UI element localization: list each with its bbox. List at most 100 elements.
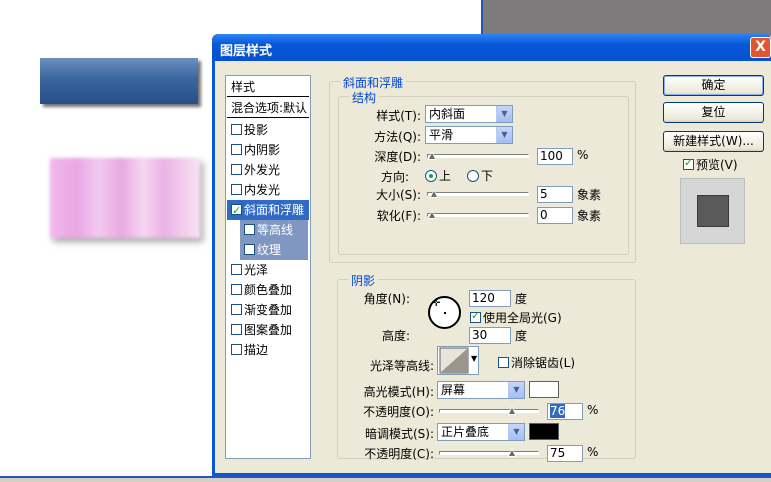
soften-slider[interactable] — [427, 210, 529, 219]
checkbox-unchecked-icon[interactable] — [231, 264, 242, 275]
highlight-mode-select[interactable]: 屏幕 ▼ — [437, 381, 525, 399]
style-list-item[interactable]: 等高线 — [240, 220, 308, 240]
close-button[interactable]: X — [750, 37, 771, 58]
altitude-label: 高度: — [381, 329, 410, 343]
depth-input[interactable]: 100 — [537, 148, 573, 165]
shadow-mode-select[interactable]: 正片叠底 ▼ — [437, 423, 525, 441]
angle-unit: 度 — [515, 292, 528, 306]
highlight-opacity-label: 不透明度(O): — [363, 405, 434, 419]
angle-input[interactable]: 120 — [469, 290, 511, 307]
bevel-style-select[interactable]: 内斜面 ▼ — [425, 105, 513, 123]
global-light-checkbox[interactable]: 使用全局光(G) — [470, 309, 562, 326]
preview-label: 预览(V) — [696, 158, 738, 172]
style-list-item[interactable]: 内发光 — [227, 180, 309, 200]
checkbox-unchecked-icon[interactable] — [231, 284, 242, 295]
preview-thumbnail — [680, 178, 745, 244]
style-list-item[interactable]: 光泽 — [227, 260, 309, 280]
altitude-unit: 度 — [515, 329, 528, 343]
size-slider[interactable] — [427, 189, 529, 198]
technique-label: 方法(Q): — [374, 130, 421, 144]
technique-select[interactable]: 平滑 ▼ — [425, 126, 513, 144]
technique-value: 平滑 — [429, 128, 454, 142]
direction-up-radio[interactable]: 上 — [425, 167, 451, 184]
direction-down-radio[interactable]: 下 — [467, 167, 493, 184]
shadow-opacity-input[interactable]: 75 — [547, 445, 583, 462]
size-slider-thumb[interactable] — [429, 189, 438, 198]
highlight-opacity-slider[interactable] — [439, 406, 539, 415]
size-input[interactable]: 5 — [537, 186, 573, 203]
checkbox-unchecked-icon[interactable] — [231, 164, 242, 175]
shadow-opacity-thumb[interactable] — [507, 448, 516, 457]
chevron-down-icon: ▼ — [471, 354, 478, 363]
direction-down-label: 下 — [481, 169, 494, 183]
highlight-opacity-unit: % — [587, 403, 599, 417]
style-list-item[interactable]: 图案叠加 — [227, 320, 309, 340]
canvas-background-gray — [481, 0, 771, 36]
angle-crosshair-icon: ✛ — [432, 298, 441, 309]
style-list-item-label: 外发光 — [244, 163, 281, 177]
style-list-item[interactable]: 颜色叠加 — [227, 280, 309, 300]
blending-options-item[interactable]: 混合选项:默认 — [227, 98, 309, 118]
checkbox-unchecked-icon[interactable] — [244, 224, 255, 235]
new-style-button[interactable]: 新建样式(W)... — [663, 131, 764, 152]
size-label: 大小(S): — [375, 188, 421, 202]
shadow-opacity-slider[interactable] — [439, 448, 539, 457]
soften-slider-thumb[interactable] — [428, 210, 436, 219]
checkbox-unchecked-icon — [498, 357, 509, 368]
style-list-item-label: 纹理 — [257, 243, 282, 257]
chevron-down-icon: ▼ — [496, 106, 512, 122]
shadow-mode-label: 暗调模式(S): — [364, 427, 434, 441]
checkbox-unchecked-icon[interactable] — [231, 184, 242, 195]
reset-button[interactable]: 复位 — [663, 102, 764, 123]
angle-dial[interactable]: ✛ — [428, 296, 461, 329]
depth-slider-thumb[interactable] — [428, 151, 436, 160]
style-list-item[interactable]: 投影 — [227, 120, 309, 140]
style-list-item[interactable]: 内阴影 — [227, 140, 309, 160]
style-list-item[interactable]: 外发光 — [227, 160, 309, 180]
style-list-item-label: 等高线 — [257, 223, 294, 237]
depth-label: 深度(D): — [374, 150, 421, 164]
checkbox-checked-icon[interactable] — [231, 201, 242, 220]
highlight-color-swatch[interactable] — [529, 381, 559, 398]
checkbox-unchecked-icon[interactable] — [231, 144, 242, 155]
depth-slider[interactable] — [427, 151, 529, 160]
style-list-item-label: 颜色叠加 — [244, 283, 293, 297]
style-list-item[interactable]: 斜面和浮雕 — [227, 200, 309, 220]
checkbox-unchecked-icon[interactable] — [231, 304, 242, 315]
style-list-item[interactable]: 描边 — [227, 340, 309, 360]
chevron-down-icon: ▼ — [508, 382, 524, 398]
canvas-pink-bar-shape — [50, 158, 200, 238]
contour-preview-icon — [439, 347, 469, 374]
gloss-contour-label: 光泽等高线: — [369, 359, 434, 373]
checkbox-unchecked-icon[interactable] — [244, 244, 255, 255]
anti-aliased-checkbox[interactable]: 消除锯齿(L) — [498, 354, 575, 371]
dialog-client-area: 样式 混合选项:默认 投影内阴影外发光内发光斜面和浮雕等高线纹理光泽颜色叠加渐变… — [215, 61, 771, 473]
checkbox-unchecked-icon[interactable] — [231, 124, 242, 135]
soften-input[interactable]: 0 — [537, 207, 573, 224]
anti-aliased-label: 消除锯齿(L) — [511, 356, 576, 370]
style-list-item-label: 图案叠加 — [244, 323, 293, 337]
shadow-mode-value: 正片叠底 — [441, 425, 490, 439]
highlight-opacity-input[interactable]: 76 — [547, 403, 583, 420]
highlight-opacity-thumb[interactable] — [508, 406, 517, 415]
highlight-mode-label: 高光模式(H): — [363, 385, 434, 399]
style-label: 样式(T): — [376, 109, 421, 123]
angle-dial-center — [444, 312, 446, 314]
style-list-item-label: 内阴影 — [244, 143, 281, 157]
structure-title: 结构 — [349, 89, 380, 106]
angle-label: 角度(N): — [363, 292, 410, 306]
style-list-item[interactable]: 渐变叠加 — [227, 300, 309, 320]
altitude-input[interactable]: 30 — [469, 327, 511, 344]
preview-checkbox[interactable]: 预览(V) — [683, 156, 738, 173]
style-list-item-label: 内发光 — [244, 183, 281, 197]
gloss-contour-picker[interactable]: ▼ — [437, 346, 479, 375]
checkbox-unchecked-icon[interactable] — [231, 344, 242, 355]
style-list: 样式 混合选项:默认 投影内阴影外发光内发光斜面和浮雕等高线纹理光泽颜色叠加渐变… — [225, 75, 311, 459]
checkbox-checked-icon — [470, 309, 481, 323]
style-list-item[interactable]: 纹理 — [240, 240, 308, 260]
style-list-header[interactable]: 样式 — [227, 77, 309, 97]
title-bar[interactable]: 图层样式 X — [212, 34, 771, 61]
ok-button[interactable]: 确定 — [663, 75, 764, 96]
shadow-color-swatch[interactable] — [529, 423, 559, 440]
checkbox-unchecked-icon[interactable] — [231, 324, 242, 335]
